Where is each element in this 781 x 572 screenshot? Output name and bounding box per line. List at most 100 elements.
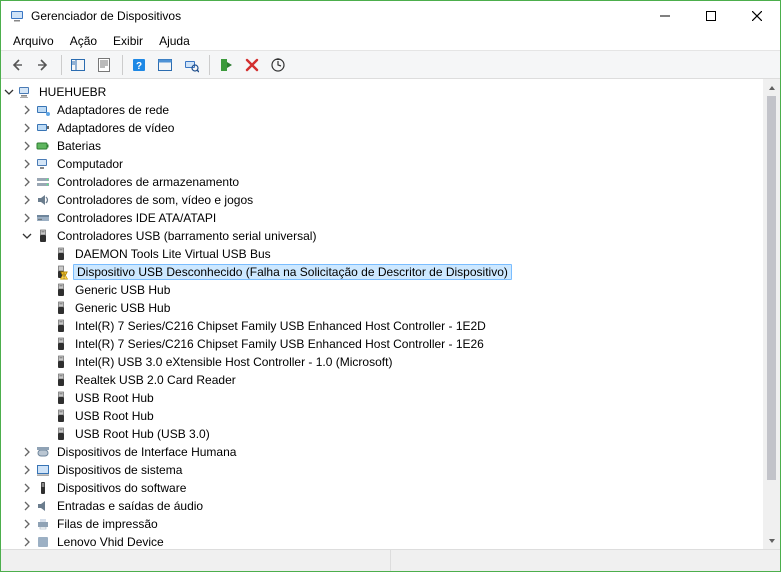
usb-device-item[interactable]: Intel(R) USB 3.0 eXtensible Host Control…	[39, 353, 780, 371]
root-node[interactable]: HUEHUEBR	[3, 83, 780, 101]
expand-icon[interactable]	[21, 104, 33, 116]
tree-item-label: Controladores IDE ATA/ATAPI	[55, 211, 218, 225]
usb-icon	[35, 228, 51, 244]
category-usbCtrl[interactable]: Controladores USB (barramento serial uni…	[21, 227, 780, 245]
collapse-icon[interactable]	[21, 230, 33, 242]
tree-item-label: Filas de impressão	[55, 517, 160, 531]
menu-action[interactable]: Ação	[62, 32, 105, 50]
tree-item-label: DAEMON Tools Lite Virtual USB Bus	[73, 247, 273, 261]
category-lenovoVhid[interactable]: Lenovo Vhid Device	[21, 533, 780, 549]
category-netAdapters[interactable]: Adaptadores de rede	[21, 101, 780, 119]
battery-icon	[35, 138, 51, 154]
titlebar: Gerenciador de Dispositivos	[1, 1, 780, 31]
expand-icon[interactable]	[21, 140, 33, 152]
usb-device-item[interactable]: USB Root Hub (USB 3.0)	[39, 425, 780, 443]
menubar: Arquivo Ação Exibir Ajuda	[1, 31, 780, 51]
collapse-icon[interactable]	[3, 86, 15, 98]
usb-device-icon	[53, 390, 69, 406]
properties-button[interactable]	[92, 53, 116, 77]
usb-device-item[interactable]: Realtek USB 2.0 Card Reader	[39, 371, 780, 389]
expand-icon[interactable]	[21, 464, 33, 476]
tree-item-label: Baterias	[55, 139, 103, 153]
expand-icon[interactable]	[21, 212, 33, 224]
audio-io-icon	[35, 498, 51, 514]
category-videoAdapters[interactable]: Adaptadores de vídeo	[21, 119, 780, 137]
enable-device-button[interactable]	[214, 53, 238, 77]
tree-item-label: Controladores de armazenamento	[55, 175, 241, 189]
toolbar-separator	[209, 55, 210, 75]
toolbar-separator	[61, 55, 62, 75]
expand-icon[interactable]	[21, 176, 33, 188]
usb-device-item[interactable]: !Dispositivo USB Desconhecido (Falha na …	[39, 263, 780, 281]
view-button[interactable]	[153, 53, 177, 77]
category-ideCtrl[interactable]: Controladores IDE ATA/ATAPI	[21, 209, 780, 227]
usb-device-item[interactable]: DAEMON Tools Lite Virtual USB Bus	[39, 245, 780, 263]
category-systemDevices[interactable]: Dispositivos de sistema	[21, 461, 780, 479]
usb-device-item[interactable]: USB Root Hub	[39, 407, 780, 425]
category-soundCtrl[interactable]: Controladores de som, vídeo e jogos	[21, 191, 780, 209]
back-button[interactable]	[5, 53, 29, 77]
menu-file[interactable]: Arquivo	[5, 32, 62, 50]
category-softwareDevices[interactable]: Dispositivos do software	[21, 479, 780, 497]
tree-item-label: Controladores USB (barramento serial uni…	[55, 229, 318, 243]
uninstall-device-button[interactable]	[240, 53, 264, 77]
expand-icon[interactable]	[21, 482, 33, 494]
scroll-track[interactable]	[763, 96, 780, 532]
expand-icon[interactable]	[21, 500, 33, 512]
category-hid[interactable]: Dispositivos de Interface Humana	[21, 443, 780, 461]
tree-item-label: USB Root Hub	[73, 409, 156, 423]
expand-icon[interactable]	[21, 158, 33, 170]
category-computer[interactable]: Computador	[21, 155, 780, 173]
usb-device-item[interactable]: Intel(R) 7 Series/C216 Chipset Family US…	[39, 317, 780, 335]
device-tree[interactable]: HUEHUEBR Adaptadores de rede Adaptadores d…	[1, 79, 780, 549]
storage-icon	[35, 174, 51, 190]
vertical-scrollbar[interactable]	[763, 79, 780, 549]
usb-device-icon	[53, 372, 69, 388]
update-driver-button[interactable]	[266, 53, 290, 77]
usb-device-icon	[53, 300, 69, 316]
tree-item-label: USB Root Hub (USB 3.0)	[73, 427, 212, 441]
category-audioIO[interactable]: Entradas e saídas de áudio	[21, 497, 780, 515]
display-adapter-icon	[35, 120, 51, 136]
menu-view[interactable]: Exibir	[105, 32, 151, 50]
system-devices-icon	[35, 462, 51, 478]
tree-item-label: Intel(R) 7 Series/C216 Chipset Family US…	[73, 319, 488, 333]
tree-item-label: Generic USB Hub	[73, 301, 172, 315]
tree-item-label: Intel(R) USB 3.0 eXtensible Host Control…	[73, 355, 394, 369]
usb-device-item[interactable]: Generic USB Hub	[39, 281, 780, 299]
help-button[interactable]: ?	[127, 53, 151, 77]
close-button[interactable]	[734, 1, 780, 31]
minimize-button[interactable]	[642, 1, 688, 31]
maximize-button[interactable]	[688, 1, 734, 31]
expand-icon[interactable]	[21, 446, 33, 458]
scroll-thumb[interactable]	[767, 96, 776, 480]
usb-device-item[interactable]: Generic USB Hub	[39, 299, 780, 317]
category-storageCtrl[interactable]: Controladores de armazenamento	[21, 173, 780, 191]
usb-device-item[interactable]: Intel(R) 7 Series/C216 Chipset Family US…	[39, 335, 780, 353]
expand-icon[interactable]	[21, 536, 33, 548]
tree-item-label: Adaptadores de rede	[55, 103, 171, 117]
category-batteries[interactable]: Baterias	[21, 137, 780, 155]
tree-item-label: Dispositivo USB Desconhecido (Falha na S…	[73, 264, 512, 280]
ide-icon	[35, 210, 51, 226]
tree-item-label: Dispositivos do software	[55, 481, 188, 495]
forward-button[interactable]	[31, 53, 55, 77]
tree-item-label: USB Root Hub	[73, 391, 156, 405]
status-cell	[391, 550, 780, 571]
device-manager-window: Gerenciador de Dispositivos Arquivo Ação…	[0, 0, 781, 572]
scroll-down-button[interactable]	[763, 532, 780, 549]
scroll-up-button[interactable]	[763, 79, 780, 96]
usb-device-icon	[53, 408, 69, 424]
usb-device-item[interactable]: USB Root Hub	[39, 389, 780, 407]
expand-icon[interactable]	[21, 518, 33, 530]
category-printQueues[interactable]: Filas de impressão	[21, 515, 780, 533]
window-buttons	[642, 1, 780, 31]
expand-icon[interactable]	[21, 194, 33, 206]
scan-hardware-button[interactable]	[179, 53, 203, 77]
tree-item-label: Adaptadores de vídeo	[55, 121, 176, 135]
tree-item-label: Intel(R) 7 Series/C216 Chipset Family US…	[73, 337, 486, 351]
show-hide-tree-button[interactable]	[66, 53, 90, 77]
expand-icon[interactable]	[21, 122, 33, 134]
menu-help[interactable]: Ajuda	[151, 32, 198, 50]
tree-item-label: HUEHUEBR	[37, 85, 108, 99]
